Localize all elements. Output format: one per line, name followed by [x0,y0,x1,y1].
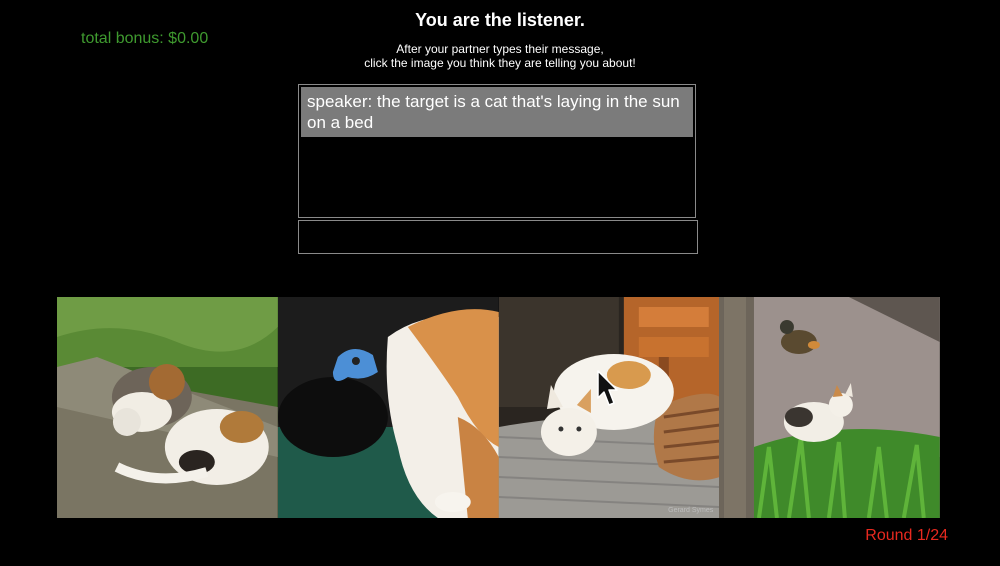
cat-on-bed-photo [498,297,720,518]
image-gallery: Gerard Symes [57,297,940,518]
instructions: After your partner types their message, … [0,42,1000,70]
image-cat-laying-in-sun-on-bed[interactable]: Gerard Symes [498,297,720,518]
listener-page: total bonus: $0.00 You are the listener.… [0,0,1000,566]
instructions-line-1: After your partner types their message, [396,42,604,56]
photo-watermark: Gerard Symes [668,507,714,514]
role-title: You are the listener. [415,10,585,30]
round-counter: Round 1/24 [865,527,948,544]
image-cats-cuddling-on-log[interactable] [57,297,278,518]
cats-on-log-photo [57,297,278,518]
image-orange-cat-with-blue-toy[interactable] [277,297,499,518]
chat-log: speaker: the target is a cat that's layi… [298,84,696,218]
instructions-line-2: click the image you think they are telli… [364,56,636,70]
cat-and-ducks-photo [719,297,940,518]
cat-with-toy-photo [277,297,499,518]
chat-message: speaker: the target is a cat that's layi… [301,87,693,137]
image-cat-in-grass-with-ducks[interactable] [719,297,940,518]
chat-input[interactable] [298,220,698,254]
